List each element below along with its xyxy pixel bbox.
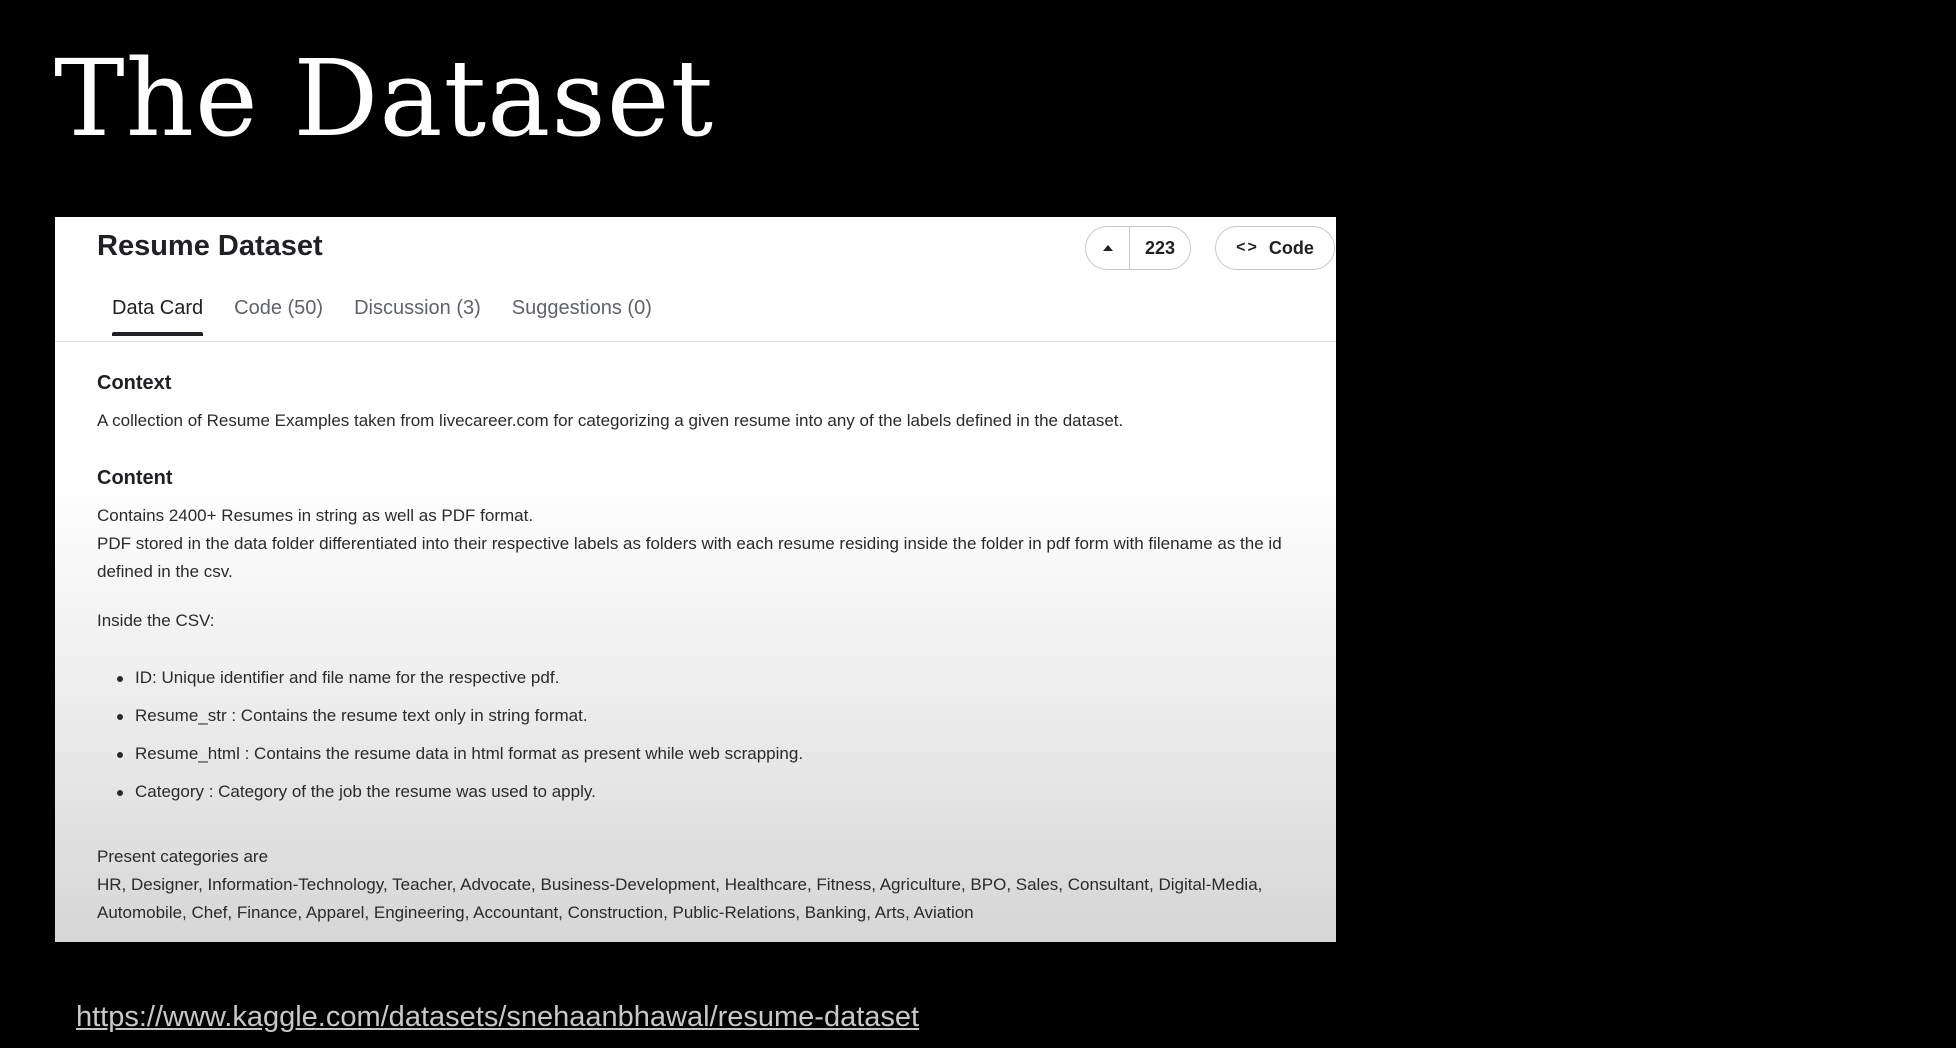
tab-data-card[interactable]: Data Card [112, 297, 204, 336]
vote-count: 223 [1144, 237, 1176, 258]
caret-up-icon [1102, 245, 1113, 251]
content-heading: Content [97, 467, 173, 489]
content-line-2: PDF stored in the data folder differenti… [97, 534, 1282, 581]
slide-title: The Dataset [54, 37, 715, 160]
categories-list: HR, Designer, Information-Technology, Te… [97, 875, 1263, 922]
content-line-1: Contains 2400+ Resumes in string as well… [97, 506, 534, 525]
code-button[interactable]: <> Code [1215, 226, 1335, 270]
code-brackets-icon: <> [1236, 239, 1259, 256]
list-item: Resume_str : Contains the resume text on… [97, 702, 803, 740]
context-heading: Context [97, 372, 172, 394]
context-text: A collection of Resume Examples taken fr… [97, 411, 1124, 430]
csv-intro: Inside the CSV: [97, 611, 215, 630]
tab-discussion[interactable]: Discussion (3) [354, 297, 481, 336]
dataset-page-screenshot: Resume Dataset 223 <> Code Data Card Cod… [55, 217, 1336, 942]
csv-fields-list: ID: Unique identifier and file name for … [97, 664, 803, 816]
tab-code[interactable]: Code (50) [234, 297, 323, 336]
code-button-label: Code [1268, 237, 1314, 258]
dataset-url-link[interactable]: https://www.kaggle.com/datasets/snehaanb… [76, 1001, 919, 1034]
tab-suggestions[interactable]: Suggestions (0) [512, 297, 652, 336]
list-item: Category : Category of the job the resum… [97, 778, 803, 816]
categories-intro: Present categories are [97, 847, 269, 866]
dataset-title: Resume Dataset [97, 230, 323, 262]
upvote-group: 223 [1085, 226, 1191, 270]
list-item: ID: Unique identifier and file name for … [97, 664, 803, 702]
dataset-header: Resume Dataset 223 <> Code Data Card Cod… [55, 217, 1336, 342]
tab-bar: Data Card Code (50) Discussion (3) Sugge… [112, 297, 652, 336]
upvote-button[interactable] [1086, 227, 1130, 269]
list-item: Resume_html : Contains the resume data i… [97, 740, 803, 778]
